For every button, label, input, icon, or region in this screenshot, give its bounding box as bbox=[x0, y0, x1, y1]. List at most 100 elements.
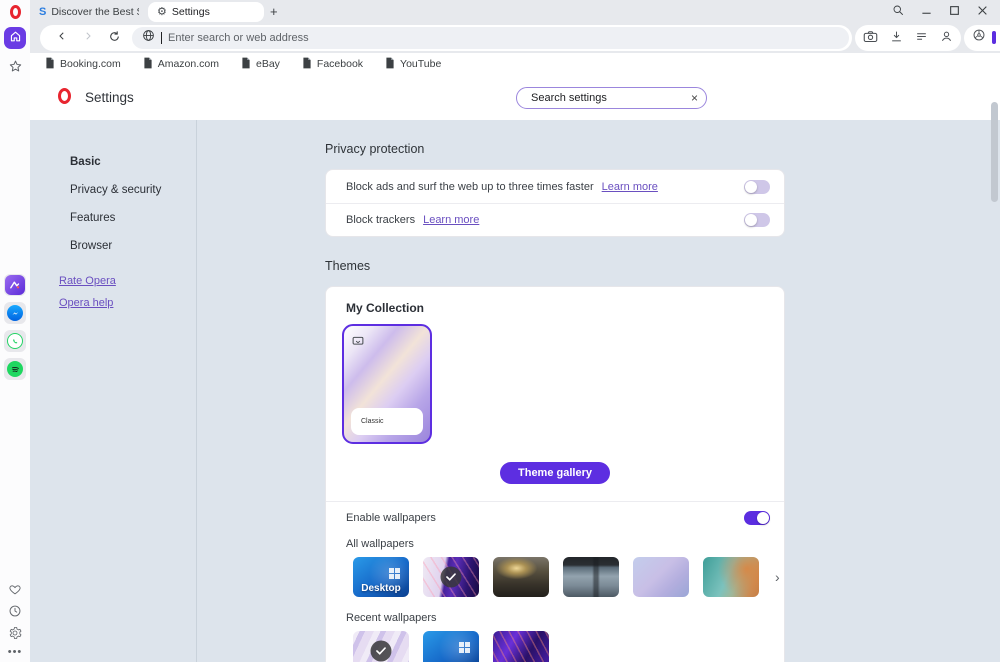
block-ads-row: Block ads and surf the web up to three t… bbox=[326, 170, 784, 203]
tab-settings[interactable]: ⚙ Settings bbox=[148, 2, 264, 22]
nav-item-features[interactable]: Features bbox=[70, 212, 196, 224]
settings-nav: Basic Privacy & security Features Browse… bbox=[30, 120, 197, 662]
bookmarks-button[interactable] bbox=[8, 59, 23, 77]
theme-gallery-button[interactable]: Theme gallery bbox=[500, 462, 610, 484]
bookmark-youtube[interactable]: YouTube bbox=[385, 57, 441, 72]
back-button[interactable] bbox=[49, 30, 75, 45]
forward-button[interactable] bbox=[75, 30, 101, 45]
settings-search-placeholder: Search settings bbox=[531, 92, 691, 104]
wallpaper-windows-desktop[interactable]: Desktop bbox=[353, 557, 409, 597]
messenger-icon bbox=[7, 305, 23, 321]
settings-search-input[interactable]: Search settings × bbox=[516, 87, 707, 109]
settings-button[interactable] bbox=[8, 626, 22, 643]
opera-help-link[interactable]: Opera help bbox=[59, 297, 196, 309]
scroll-wallpapers-button[interactable]: › bbox=[773, 569, 780, 585]
settings-content: Basic Privacy & security Features Browse… bbox=[30, 120, 1000, 662]
minimize-icon bbox=[921, 4, 932, 19]
theme-classic[interactable]: Classic bbox=[342, 324, 432, 444]
history-button[interactable] bbox=[8, 604, 22, 621]
person-icon bbox=[940, 30, 953, 46]
new-tab-button[interactable]: + bbox=[270, 5, 278, 18]
panel-indicator bbox=[992, 31, 996, 44]
star-icon bbox=[8, 59, 23, 77]
block-ads-toggle[interactable] bbox=[744, 180, 770, 194]
wallpaper-light-stripes-selected[interactable] bbox=[353, 631, 409, 662]
recent-wallpapers-row bbox=[353, 631, 784, 662]
reading-list-button[interactable] bbox=[915, 30, 928, 46]
whatsapp-button[interactable] bbox=[4, 330, 26, 352]
sidebar-setup-button[interactable]: ••• bbox=[8, 648, 23, 656]
clear-search-button[interactable]: × bbox=[691, 92, 698, 104]
enable-wallpapers-label: Enable wallpapers bbox=[346, 512, 436, 524]
maximize-button[interactable] bbox=[949, 4, 960, 19]
block-trackers-label: Block trackers bbox=[346, 214, 415, 226]
downloads-button[interactable] bbox=[890, 30, 903, 46]
url-placeholder: Enter search or web address bbox=[168, 32, 309, 44]
bookmark-amazon[interactable]: Amazon.com bbox=[143, 57, 219, 72]
block-trackers-learn-more-link[interactable]: Learn more bbox=[423, 214, 479, 226]
page-icon bbox=[241, 57, 251, 72]
bookmark-booking[interactable]: Booking.com bbox=[45, 57, 121, 72]
tab-discover[interactable]: S Discover the Best Softwar bbox=[30, 2, 148, 22]
start-page-button[interactable] bbox=[4, 27, 26, 49]
nav-item-browser[interactable]: Browser bbox=[70, 240, 196, 252]
all-wallpapers-label: All wallpapers bbox=[346, 539, 784, 549]
tab-search-button[interactable] bbox=[892, 4, 904, 19]
sidebar-messengers bbox=[0, 274, 30, 380]
selected-check-icon bbox=[371, 641, 392, 662]
profile-button[interactable] bbox=[940, 30, 953, 46]
bookmark-label: YouTube bbox=[400, 58, 441, 70]
my-collection-title: My Collection bbox=[346, 301, 784, 315]
page-icon bbox=[143, 57, 153, 72]
bookmark-label: eBay bbox=[256, 58, 280, 70]
bookmark-label: Amazon.com bbox=[158, 58, 219, 70]
search-icon bbox=[892, 4, 904, 19]
url-input[interactable]: Enter search or web address bbox=[132, 27, 849, 49]
gear-icon bbox=[8, 626, 22, 643]
page-scrollbar-thumb[interactable] bbox=[991, 102, 998, 202]
privacy-protection-heading: Privacy protection bbox=[325, 142, 1000, 156]
tab-label: Discover the Best Softwar bbox=[51, 6, 139, 18]
close-button[interactable] bbox=[977, 4, 988, 19]
bookmark-facebook[interactable]: Facebook bbox=[302, 57, 363, 72]
messenger-button[interactable] bbox=[4, 302, 26, 324]
forward-icon bbox=[82, 30, 94, 45]
wallpaper-purple-swirl-selected[interactable] bbox=[423, 557, 479, 597]
selected-check-icon bbox=[441, 567, 462, 588]
wallpaper-teal-orange[interactable] bbox=[703, 557, 759, 597]
page-icon bbox=[302, 57, 312, 72]
wallpaper-purple-swirl[interactable] bbox=[493, 631, 549, 662]
aria-button[interactable] bbox=[4, 274, 26, 296]
windows-logo-icon bbox=[459, 642, 470, 653]
softonic-favicon: S bbox=[39, 6, 46, 18]
list-icon bbox=[915, 30, 928, 46]
rate-opera-link[interactable]: Rate Opera bbox=[59, 275, 196, 287]
block-trackers-toggle[interactable] bbox=[744, 213, 770, 227]
wallpaper-seaside-porch[interactable] bbox=[563, 557, 619, 597]
whatsapp-icon bbox=[7, 333, 23, 349]
spotify-icon bbox=[7, 361, 23, 377]
wallpaper-windows-desktop[interactable] bbox=[423, 631, 479, 662]
maximize-icon bbox=[949, 4, 960, 19]
nav-item-basic[interactable]: Basic bbox=[70, 156, 196, 168]
nav-item-privacy-security[interactable]: Privacy & security bbox=[70, 184, 196, 196]
spotify-button[interactable] bbox=[4, 358, 26, 380]
sidebar-panel-toggle[interactable] bbox=[964, 25, 1000, 51]
close-icon bbox=[977, 4, 988, 19]
bookmark-ebay[interactable]: eBay bbox=[241, 57, 280, 72]
aria-icon bbox=[5, 275, 25, 295]
all-wallpapers-row: Desktop › bbox=[353, 557, 784, 597]
settings-page-header: Settings Search settings × bbox=[30, 75, 1000, 120]
pinboards-button[interactable] bbox=[8, 583, 22, 599]
wallpaper-label: Desktop bbox=[353, 583, 409, 594]
wallpaper-dark-sunset[interactable] bbox=[493, 557, 549, 597]
snapshot-button[interactable] bbox=[863, 30, 878, 46]
minimize-button[interactable] bbox=[921, 4, 932, 19]
globe-icon bbox=[142, 29, 155, 47]
block-ads-learn-more-link[interactable]: Learn more bbox=[602, 181, 658, 193]
reload-button[interactable] bbox=[101, 30, 128, 46]
download-icon bbox=[890, 30, 903, 46]
wallpaper-lavender[interactable] bbox=[633, 557, 689, 597]
enable-wallpapers-toggle[interactable] bbox=[744, 511, 770, 525]
sidebar-bottom: ••• bbox=[0, 583, 30, 656]
